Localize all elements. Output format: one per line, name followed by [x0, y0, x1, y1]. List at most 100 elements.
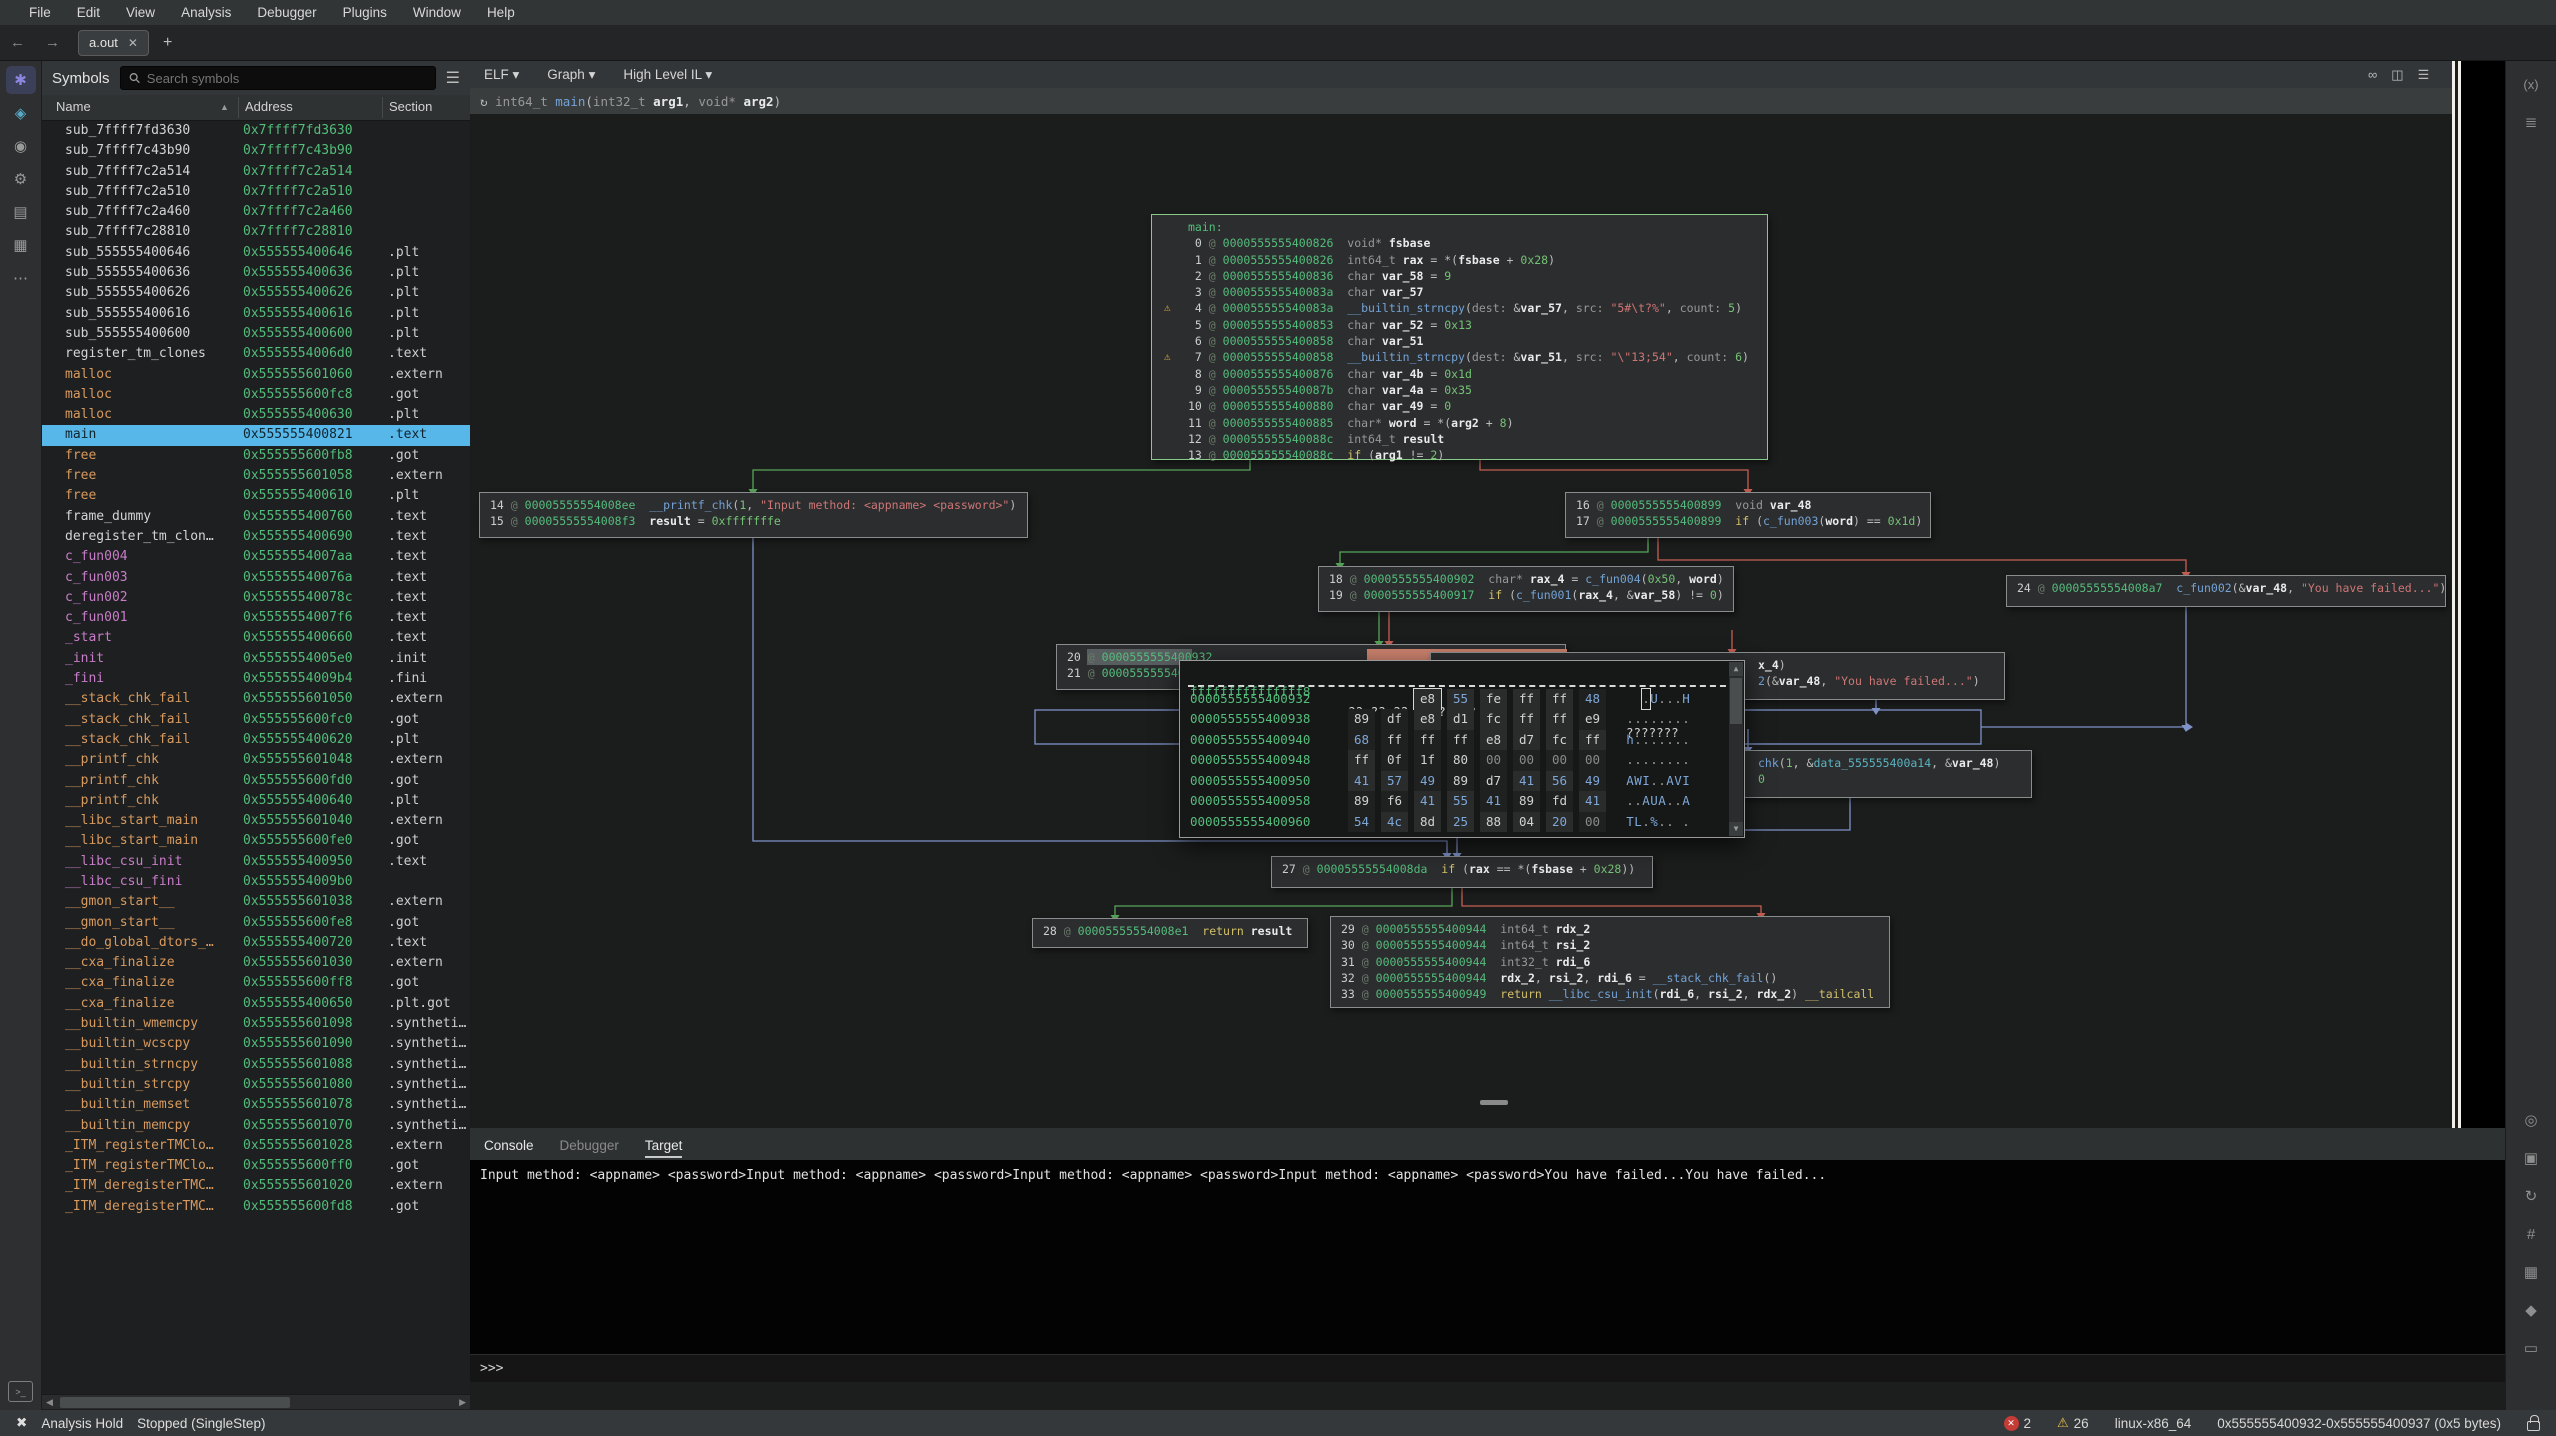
code-line[interactable]: 29 @ 0000555555400944 int64_t rdx_2: [1341, 921, 1879, 937]
symbols-panel-icon[interactable]: ✱: [6, 66, 36, 94]
symbol-row[interactable]: __libc_start_main0x555555600fe0.got: [42, 831, 470, 851]
code-line[interactable]: ⚠ 4 @ 000055555540083a __builtin_strncpy…: [1188, 300, 1757, 316]
hex-byte[interactable]: 41: [1480, 791, 1507, 812]
symbol-search[interactable]: [120, 66, 436, 90]
hex-ascii-char[interactable]: .: [1642, 812, 1650, 833]
code-line[interactable]: 30 @ 0000555555400944 int64_t rsi_2: [1341, 937, 1879, 953]
console-input[interactable]: >>>: [470, 1354, 2505, 1382]
symbol-row[interactable]: malloc0x555555400630.plt: [42, 405, 470, 425]
code-line[interactable]: 1 @ 0000555555400826 int64_t rax = *(fsb…: [1188, 252, 1757, 268]
hex-byte[interactable]: df: [1381, 709, 1408, 730]
column-divider[interactable]: [382, 97, 383, 118]
code-line[interactable]: 17 @ 0000555555400899 if (c_fun003(word)…: [1576, 513, 1920, 529]
hex-ascii-char[interactable]: .: [1634, 750, 1642, 771]
hex-ascii-char[interactable]: I: [1682, 771, 1690, 792]
scroll-left-icon[interactable]: ◀: [46, 1396, 53, 1409]
hex-ascii-char[interactable]: .: [1642, 750, 1650, 771]
symbol-row[interactable]: _fini0x5555554009b4.fini: [42, 669, 470, 689]
symbol-row[interactable]: c_fun0020x55555540078c.text: [42, 588, 470, 608]
tags-panel-icon[interactable]: ◈: [6, 99, 36, 127]
symbol-row[interactable]: free0x555555400610.plt: [42, 486, 470, 506]
symbol-row[interactable]: c_fun0040x5555554007aa.text: [42, 547, 470, 567]
hex-byte[interactable]: ff: [1381, 730, 1408, 751]
scroll-right-icon[interactable]: ▶: [459, 1396, 466, 1409]
hex-row[interactable]: 000055555540095889f641554189fd41..AUA..A: [1180, 791, 1744, 812]
lock-icon[interactable]: [2527, 1421, 2540, 1431]
symbol-row[interactable]: __builtin_strncpy0x555555601088.syntheti…: [42, 1055, 470, 1075]
hex-ascii-char[interactable]: .: [1626, 750, 1634, 771]
hex-byte[interactable]: 00: [1480, 750, 1507, 771]
hex-byte[interactable]: e8: [1414, 709, 1441, 730]
hex-row[interactable]: 0000555555400960544c8d2588042000TL.%.. .: [1180, 812, 1744, 833]
menu-analysis[interactable]: Analysis: [168, 5, 244, 20]
hex-byte[interactable]: ff: [1513, 689, 1540, 710]
code-line[interactable]: 14 @ 00005555554008ee __printf_chk(1, "I…: [490, 497, 1017, 513]
hex-ascii-char[interactable]: .: [1626, 791, 1634, 812]
hex-byte[interactable]: 0f: [1381, 750, 1408, 771]
symbol-row[interactable]: main0x555555400821.text: [42, 425, 470, 445]
scroll-thumb[interactable]: [1730, 678, 1742, 724]
hex-byte[interactable]: 88: [1480, 812, 1507, 833]
hex-ascii-char[interactable]: .: [1666, 750, 1674, 771]
hex-byte[interactable]: 41: [1348, 771, 1375, 792]
split-view-icon[interactable]: ◫: [2391, 67, 2403, 83]
code-line[interactable]: 28 @ 00005555554008e1 return result: [1043, 923, 1297, 939]
hex-ascii-char[interactable]: .: [1682, 709, 1690, 730]
symbol-row[interactable]: _ITM_deregisterTMC…0x555555600fd8.got: [42, 1197, 470, 1217]
error-badge[interactable]: ✕2: [2004, 1416, 2032, 1431]
symbol-row[interactable]: __printf_chk0x555555601048.extern: [42, 750, 470, 770]
link-icon[interactable]: ∞: [2368, 67, 2377, 82]
hex-row[interactable]: 000055555540095041574989d7415649AWI..AVI: [1180, 771, 1744, 792]
symbol-row[interactable]: sub_7ffff7c2a4600x7ffff7c2a460: [42, 202, 470, 222]
hex-byte[interactable]: 00: [1546, 750, 1573, 771]
hex-ascii-char[interactable]: .: [1634, 730, 1642, 751]
column-divider[interactable]: [238, 97, 239, 118]
analysis-hold-label[interactable]: Analysis Hold: [41, 1416, 123, 1431]
hex-byte[interactable]: 55: [1447, 689, 1474, 710]
view-selector-elf[interactable]: ELF ▾: [484, 67, 519, 83]
memory-panel-icon[interactable]: ▦: [6, 231, 36, 259]
hex-ascii-char[interactable]: .: [1658, 689, 1666, 710]
symbol-row[interactable]: register_tm_clones0x5555554006d0.text: [42, 344, 470, 364]
symbol-row[interactable]: __cxa_finalize0x555555400650.plt.got: [42, 994, 470, 1014]
symbol-row[interactable]: _ITM_deregisterTMC…0x555555601020.extern: [42, 1176, 470, 1196]
hex-ascii-char[interactable]: .: [1658, 709, 1666, 730]
hex-byte[interactable]: 55: [1447, 791, 1474, 812]
symbol-row[interactable]: __cxa_finalize0x555555600ff8.got: [42, 973, 470, 993]
hex-ascii-char[interactable]: h: [1626, 730, 1634, 751]
code-line[interactable]: 13 @ 000055555540088c if (arg1 != 2): [1188, 447, 1757, 463]
hex-byte[interactable]: 00: [1513, 750, 1540, 771]
symbol-row[interactable]: _ITM_registerTMClo…0x555555600ff0.got: [42, 1156, 470, 1176]
hex-byte[interactable]: ff: [1447, 730, 1474, 751]
nav-forward-icon[interactable]: →: [35, 34, 70, 51]
hex-ascii-char[interactable]: .: [1666, 709, 1674, 730]
symbol-row[interactable]: __builtin_wmemcpy0x555555601098.syntheti…: [42, 1014, 470, 1034]
code-line[interactable]: 3 @ 000055555540083a char var_57: [1188, 284, 1757, 300]
symbol-row[interactable]: sub_7ffff7fd36300x7ffff7fd3630: [42, 121, 470, 141]
hex-ascii-char[interactable]: .: [1674, 750, 1682, 771]
code-line[interactable]: 15 @ 00005555554008f3 result = 0xfffffff…: [490, 513, 1017, 529]
hex-byte[interactable]: 41: [1414, 791, 1441, 812]
hex-ascii-char[interactable]: %: [1650, 812, 1658, 833]
hex-byte[interactable]: e9: [1579, 709, 1606, 730]
hex-preview-popup[interactable]: fffffffffffffff8 ?? ?? ?? ?? ?? ?? ?? ??…: [1179, 660, 1745, 838]
hex-byte[interactable]: 8d: [1414, 812, 1441, 833]
symbol-row[interactable]: __libc_start_main0x555555601040.extern: [42, 811, 470, 831]
menu-help[interactable]: Help: [474, 5, 528, 20]
scroll-down-icon[interactable]: ▼: [1729, 822, 1743, 836]
hex-ascii-char[interactable]: U: [1650, 689, 1658, 710]
code-line[interactable]: 24 @ 00005555554008a7 c_fun002(&var_48, …: [2017, 580, 2435, 596]
block-24[interactable]: 24 @ 00005555554008a7 c_fun002(&var_48, …: [2006, 575, 2446, 607]
menu-debugger[interactable]: Debugger: [244, 5, 329, 20]
symbol-row[interactable]: __printf_chk0x555555600fd0.got: [42, 771, 470, 791]
graph-hscrollbar[interactable]: [1480, 1100, 1508, 1105]
code-line[interactable]: 31 @ 0000555555400944 int32_t rdi_6: [1341, 954, 1879, 970]
tab-close-icon[interactable]: ✕: [128, 36, 138, 50]
console-tab-debugger[interactable]: Debugger: [560, 1138, 619, 1160]
hex-byte[interactable]: 20: [1546, 812, 1573, 833]
symbol-row[interactable]: __printf_chk0x555555400640.plt: [42, 791, 470, 811]
hex-row[interactable]: 0000555555400948ff0f1f8000000000........: [1180, 750, 1744, 771]
block-29[interactable]: 29 @ 0000555555400944 int64_t rdx_230 @ …: [1330, 916, 1890, 1008]
hex-ascii-char[interactable]: L: [1634, 812, 1642, 833]
code-line[interactable]: 0 @ 0000555555400826 void* fsbase: [1188, 235, 1757, 251]
